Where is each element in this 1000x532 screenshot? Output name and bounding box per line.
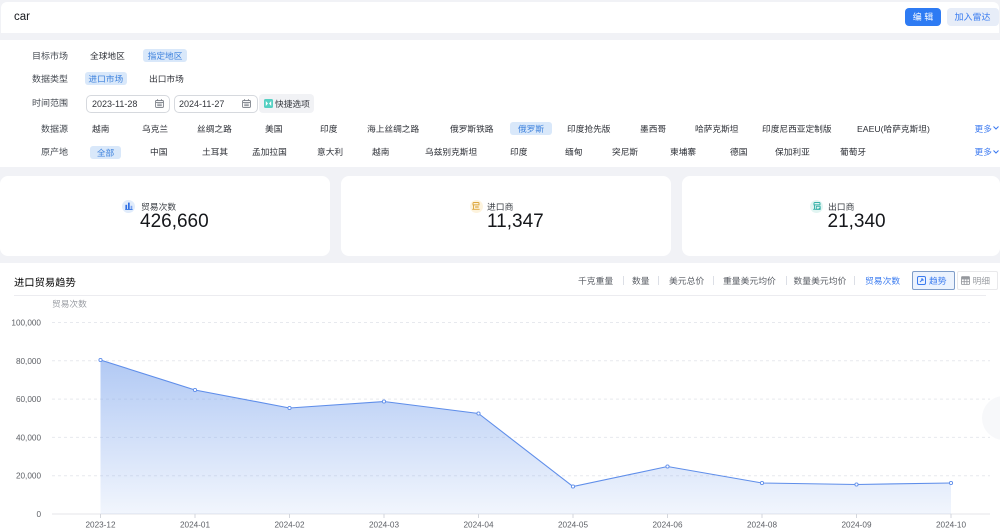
svg-text:2024-02: 2024-02 xyxy=(274,518,304,530)
svg-text:2024-05: 2024-05 xyxy=(558,518,588,530)
svg-text:60,000: 60,000 xyxy=(16,393,41,405)
svg-text:2024-10: 2024-10 xyxy=(936,518,966,530)
svg-text:100,000: 100,000 xyxy=(11,317,41,329)
svg-text:2024-08: 2024-08 xyxy=(747,518,777,530)
svg-text:2024-09: 2024-09 xyxy=(841,518,871,530)
svg-text:贸易次数: 贸易次数 xyxy=(52,297,87,310)
svg-text:2024-06: 2024-06 xyxy=(652,518,682,530)
svg-text:2023-12: 2023-12 xyxy=(85,518,115,530)
svg-text:2024-01: 2024-01 xyxy=(180,518,210,530)
svg-text:2024-04: 2024-04 xyxy=(463,518,493,530)
svg-text:2024-03: 2024-03 xyxy=(369,518,399,530)
svg-text:80,000: 80,000 xyxy=(16,355,41,367)
svg-text:40,000: 40,000 xyxy=(16,431,41,443)
svg-text:0: 0 xyxy=(36,508,41,520)
svg-text:20,000: 20,000 xyxy=(16,470,41,482)
